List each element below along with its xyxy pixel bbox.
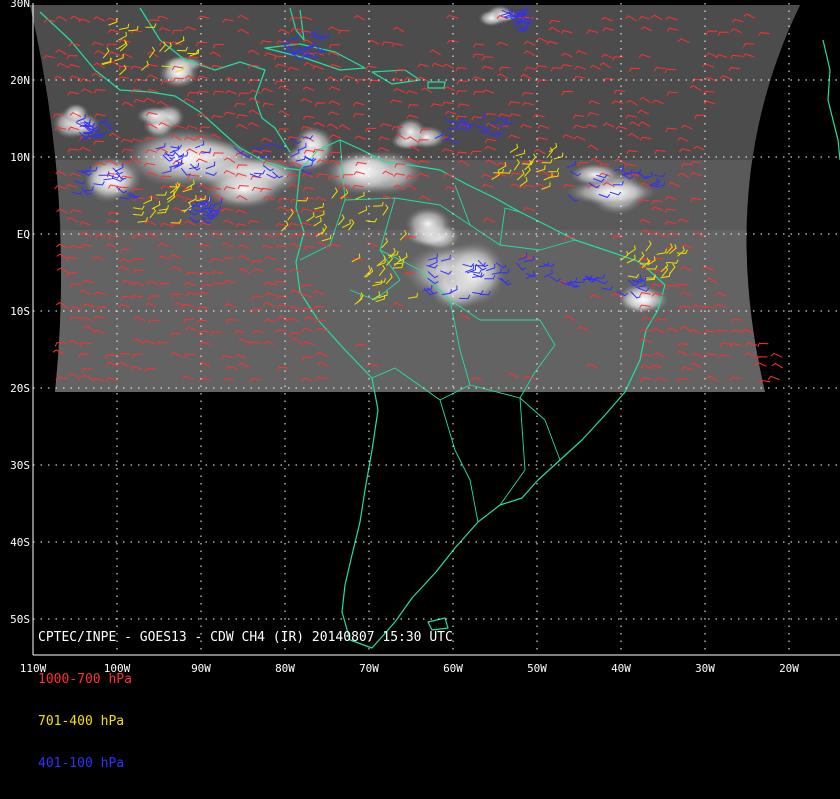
cloud-patch (395, 118, 427, 146)
map-title: CPTEC/INPE - GOES13 - CDW CH4 (IR) 20140… (38, 630, 453, 645)
map-legend: CPTEC/INPE - GOES13 - CDW CH4 (IR) 20140… (38, 603, 453, 799)
latitude-label: 10N (10, 151, 30, 164)
coastline-africa (822, 39, 840, 161)
latitude-label: 20N (10, 74, 30, 87)
wind-barb (770, 352, 783, 358)
cloud-patch (63, 103, 89, 124)
wind-barb (757, 342, 769, 348)
legend-high-level: 401-100 hPa (38, 756, 125, 771)
legend-low-level: 1000-700 hPa (38, 672, 132, 687)
latitude-label: 50S (10, 613, 30, 626)
wind-vector-map: 30N20N10NEQ10S20S30S40S50S 110W 100W 90W 80… (10, 0, 840, 675)
latitude-label: 30N (10, 0, 30, 10)
cloud-patch (405, 207, 452, 241)
wind-barb (771, 362, 784, 369)
longitude-label: 40W (611, 662, 631, 675)
latitude-label: 20S (10, 382, 30, 395)
wind-barb (756, 356, 768, 361)
satellite-imagery (30, 5, 800, 392)
longitude-label: 50W (527, 662, 547, 675)
longitude-label: 30W (695, 662, 715, 675)
latitude-label: 40S (10, 536, 30, 549)
longitude-label: 20W (779, 662, 799, 675)
cloud-patch (136, 106, 175, 126)
legend-mid-level: 701-400 hPa (38, 714, 125, 729)
latitude-label: 10S (10, 305, 30, 318)
latitude-label: 30S (10, 459, 30, 472)
satellite-map: 30N 20N 10N EQ 10S 20S 30S 40S 50S 110W 100W 90W 80… (0, 0, 840, 771)
latitude-label: EQ (17, 228, 30, 241)
wind-barb (767, 375, 780, 381)
latitude-labels: 30N 20N 10N EQ 10S 20S 30S 40S 50S (10, 0, 30, 626)
